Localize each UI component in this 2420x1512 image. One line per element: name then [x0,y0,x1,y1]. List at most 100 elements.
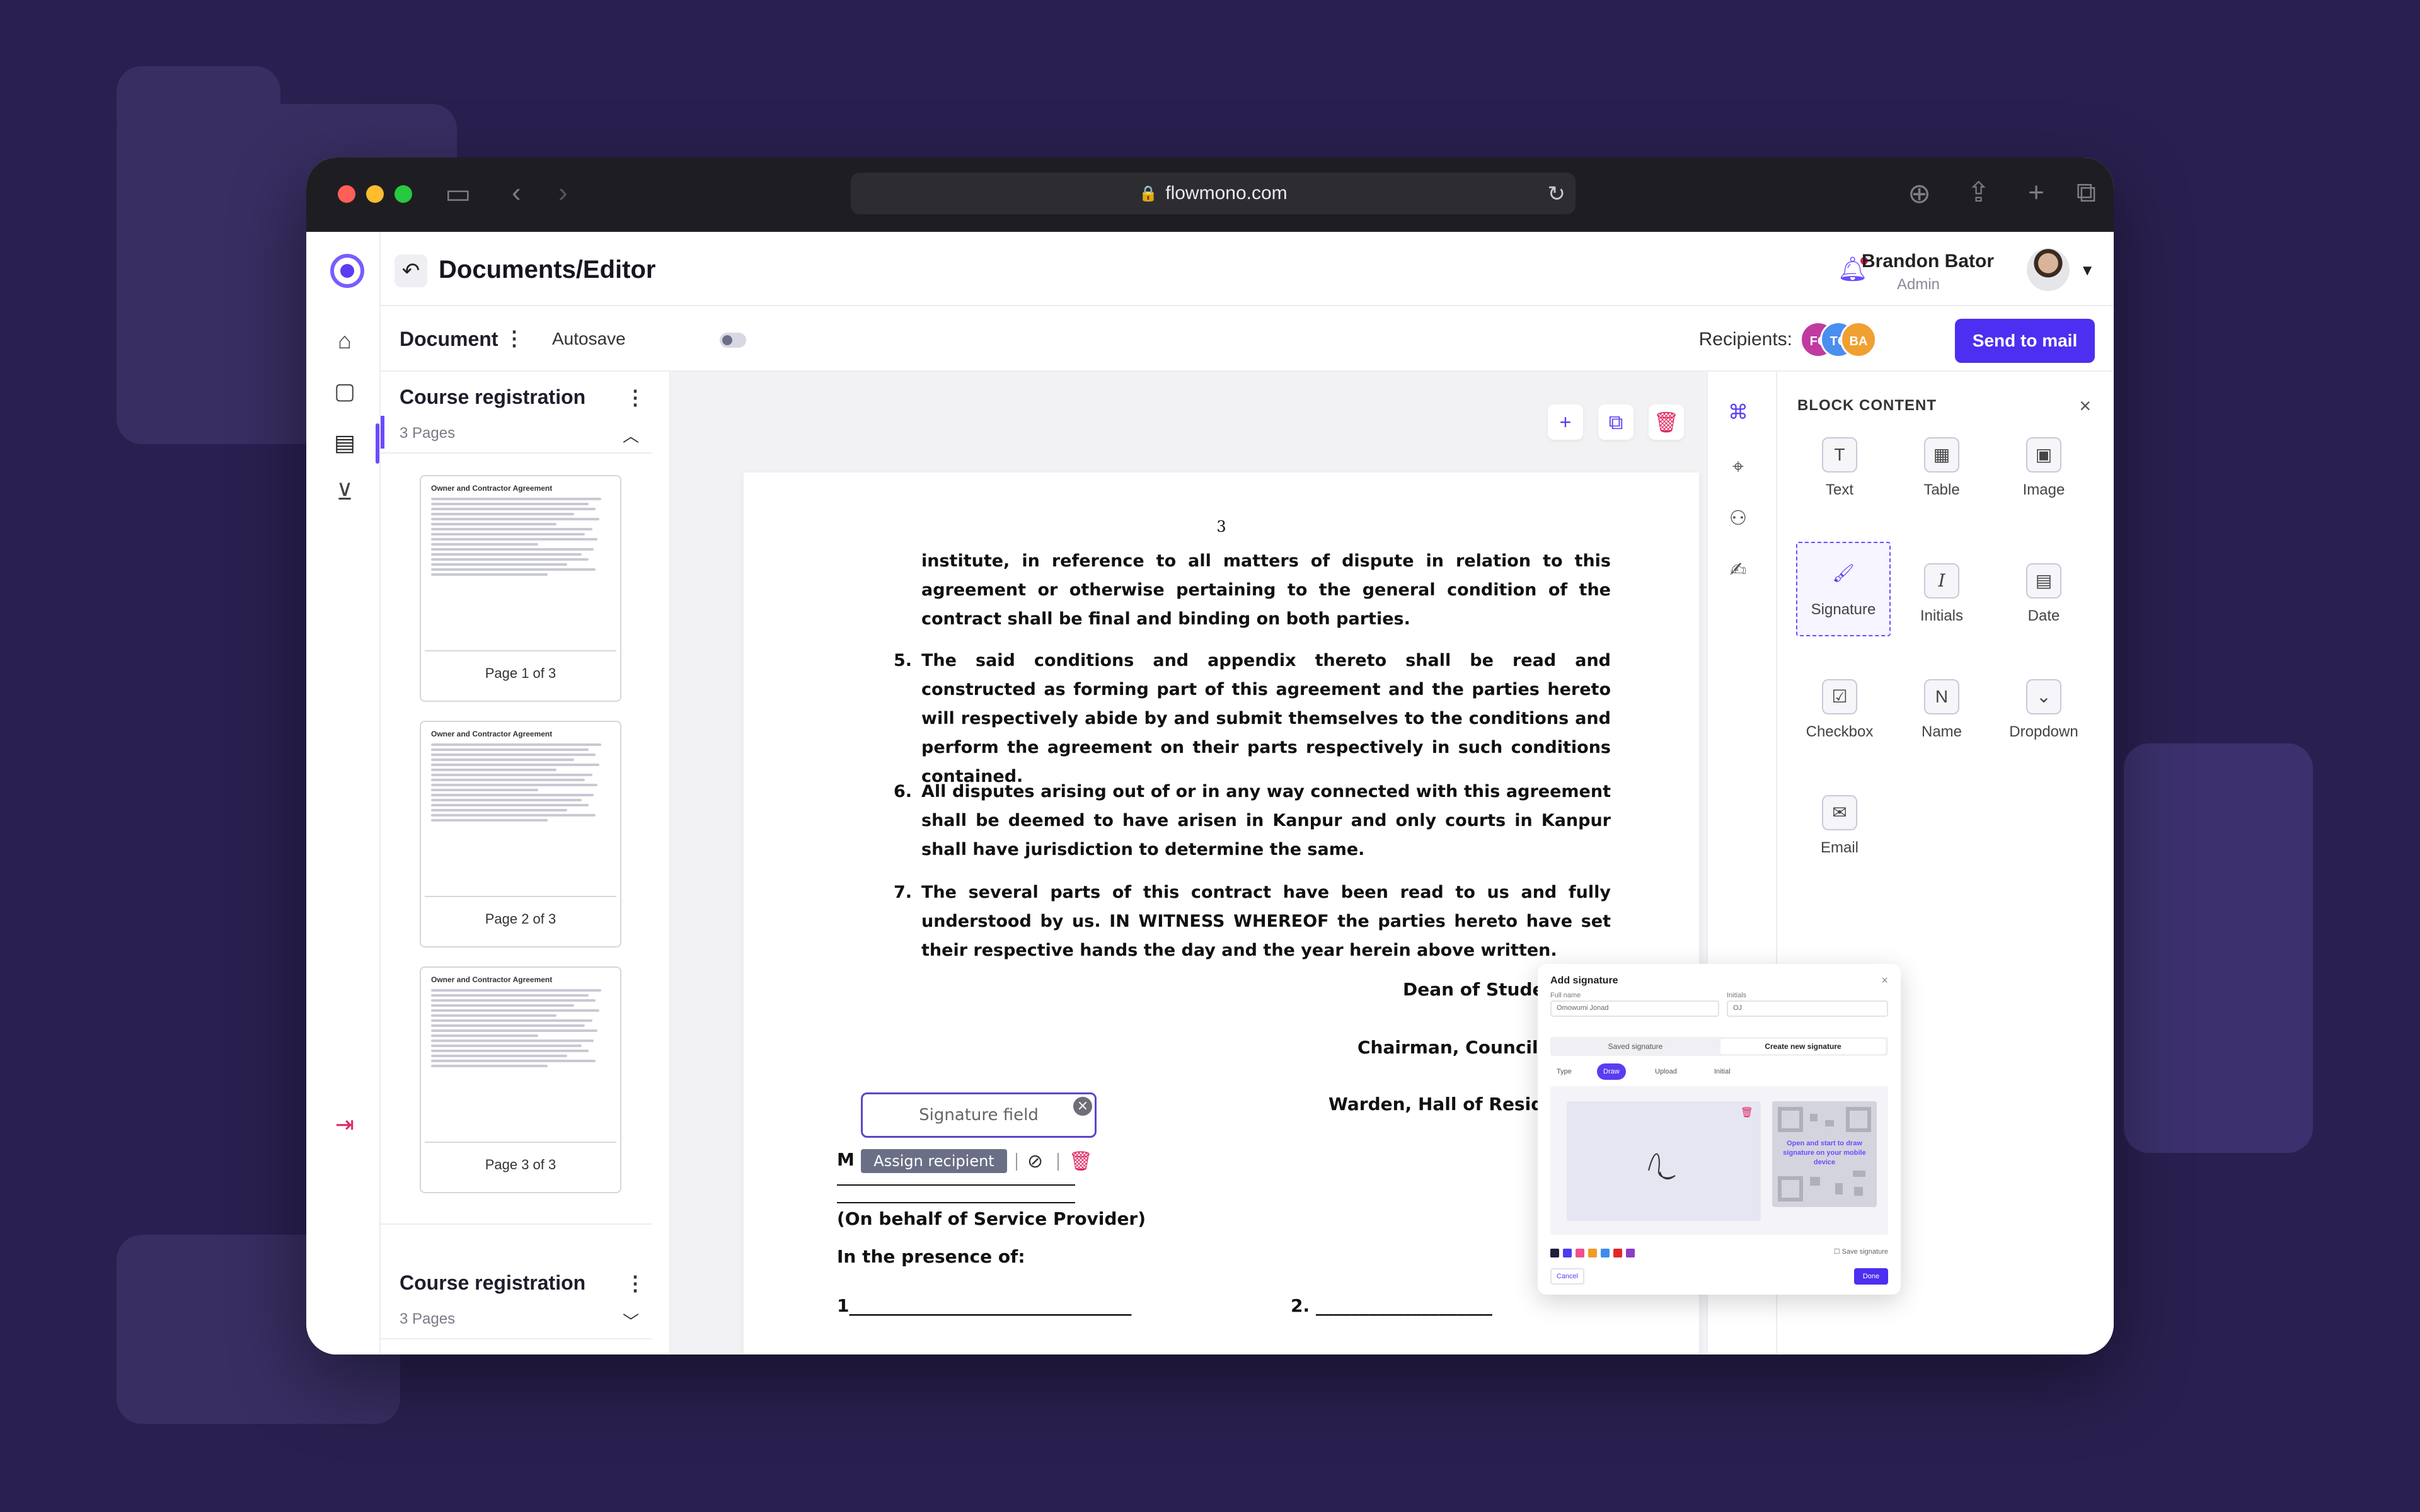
remove-field-icon[interactable]: × [1073,1097,1092,1116]
autosave-label: Autosave [552,329,626,348]
block-label: Signature [1811,601,1876,618]
color-swatch[interactable] [1563,1249,1572,1257]
page-thumbnail[interactable]: Owner and Contractor Agreement Page 2 of… [420,721,621,948]
block-content-title: BLOCK CONTENT [1797,397,1937,414]
delete-page-icon[interactable]: 🗑︎ [1649,404,1684,440]
app-logo[interactable] [330,254,364,288]
document-menu-label[interactable]: Document [400,328,498,351]
close-window-button[interactable] [338,185,355,203]
delete-field-icon[interactable]: 🗑︎ [1069,1150,1093,1172]
inbox-icon[interactable]: ⊻ [330,478,359,507]
logout-icon[interactable]: ⇥ [330,1110,359,1139]
field-settings-icon[interactable]: ⊘ [1027,1150,1043,1172]
maximize-window-button[interactable] [395,185,412,203]
page-group-title[interactable]: Course registration [400,386,585,409]
clause-text: The several parts of this contract have … [921,883,1611,960]
group-kebab-icon[interactable]: ⋮ [625,1271,645,1295]
divider [381,1223,652,1225]
signature-field[interactable]: Signature field × [861,1092,1097,1138]
page-group-subtitle: 3 Pages [400,1310,456,1327]
document-kebab-icon[interactable]: ⋮ [504,326,524,350]
color-swatch[interactable] [1613,1249,1622,1257]
block-signature[interactable]: 🖌︎ Signature [1796,542,1891,636]
clear-drawing-icon[interactable]: 🗑︎ [1741,1106,1753,1119]
color-swatch[interactable] [1588,1249,1597,1257]
chevron-down-icon[interactable]: ﹀ [623,1309,639,1332]
numbered-clause: 5. The said conditions and appendix ther… [894,646,1611,791]
new-tab-icon[interactable]: + [2028,179,2044,207]
block-initials[interactable]: I Initials [1894,549,1989,644]
clause-text: All disputes arising out of or in any wa… [921,782,1611,859]
address-bar[interactable]: 🔒 flowmono.com ↻ [851,173,1576,214]
page-thumbnail[interactable]: Owner and Contractor Agreement Page 3 of… [420,966,621,1193]
tabs-overview-icon[interactable]: ⧉ [2077,179,2096,207]
autosave-toggle[interactable] [720,333,746,348]
initials-input[interactable]: OJ [1727,1000,1888,1017]
workflow-icon[interactable]: ⌘ [1726,399,1751,425]
cancel-button[interactable]: Cancel [1550,1268,1584,1285]
close-icon[interactable]: × [1881,974,1888,987]
save-signature-checkbox[interactable]: ☐ Save signature [1834,1247,1888,1256]
block-date[interactable]: ▤ Date [1997,549,2091,644]
user-avatar[interactable] [2027,248,2070,291]
sidebar-toggle-icon[interactable]: ▭ [445,180,471,208]
user-menu-caret-icon[interactable]: ▼ [2080,262,2095,280]
forward-nav-icon[interactable]: › [558,179,568,207]
block-email[interactable]: ✉ Email [1792,781,1887,876]
reload-icon[interactable]: ↻ [1548,181,1566,207]
close-icon[interactable]: × [2079,394,2091,418]
tab-create-signature[interactable]: Create new signature [1720,1039,1886,1054]
color-swatch[interactable] [1576,1249,1584,1257]
dialog-title: Add signature [1550,975,1618,986]
tab-saved-signature[interactable]: Saved signature [1553,1039,1718,1054]
thumbnail-sheet: Owner and Contractor Agreement [425,971,616,1143]
initials-label: Initials [1727,992,1747,999]
mode-type[interactable]: Type [1550,1063,1578,1080]
back-nav-icon[interactable]: ‹ [512,179,521,207]
duplicate-page-icon[interactable]: ⧉ [1598,404,1634,440]
block-dropdown[interactable]: ⌄ Dropdown [1997,665,2091,760]
color-swatch[interactable] [1626,1249,1635,1257]
block-table[interactable]: ▦ Table [1894,423,1989,518]
home-icon[interactable]: ⌂ [330,326,359,355]
block-checkbox[interactable]: ☑ Checkbox [1792,665,1887,760]
recipients-icon[interactable]: ⚇ [1726,505,1751,530]
page-thumbnail[interactable]: Owner and Contractor Agreement Page 1 of… [420,475,621,702]
documents-icon[interactable]: ▤ [330,428,359,457]
page-group-title[interactable]: Course registration [400,1271,585,1295]
dropdown-icon: ⌄ [2026,679,2061,714]
mode-upload[interactable]: Upload [1649,1063,1683,1080]
separator [1057,1153,1059,1171]
signature-underline [837,1184,1075,1186]
location-icon[interactable]: ⌖ [1726,454,1751,479]
recipient-avatar[interactable]: BA [1840,321,1877,358]
thumbnail-heading: Owner and Contractor Agreement [431,484,553,493]
block-name[interactable]: N Name [1894,665,1989,760]
pages-panel: Course registration ⋮ 3 Pages ︿ Owner an… [381,372,671,1354]
signature-tool-icon[interactable]: ✍︎ [1726,557,1751,582]
color-swatch[interactable] [1601,1249,1610,1257]
send-to-mail-button[interactable]: Send to mail [1955,319,2095,363]
signature-underline [837,1202,1075,1203]
add-page-icon[interactable]: + [1548,404,1583,440]
user-role: Admin [1896,276,1940,293]
chevron-up-icon[interactable]: ︿ [623,423,639,447]
thumbnail-heading: Owner and Contractor Agreement [431,730,553,738]
block-text[interactable]: T Text [1792,423,1887,518]
clipboard-icon[interactable]: ▢ [330,377,359,406]
assign-recipient-button[interactable]: Assign recipient [861,1149,1007,1173]
download-icon[interactable]: ⊕ [1908,180,1931,208]
group-kebab-icon[interactable]: ⋮ [625,386,645,410]
full-name-input[interactable]: Omowumi Jonad [1550,1000,1719,1017]
minimize-window-button[interactable] [366,185,384,203]
mode-draw[interactable]: Draw [1597,1063,1626,1080]
mode-initial[interactable]: Initial [1708,1063,1737,1080]
done-button[interactable]: Done [1854,1268,1888,1285]
block-image[interactable]: ▣ Image [1997,423,2091,518]
draw-area[interactable]: 🗑︎ [1567,1101,1761,1221]
app-root: ⌂ ▢ ▤ ⊻ ⇥ ↶ Documents/Editor 🔔︎ Brandon … [306,232,2114,1354]
color-swatch[interactable] [1550,1249,1559,1257]
back-button[interactable]: ↶ [395,255,427,287]
block-label: Table [1923,481,1960,498]
share-icon[interactable]: ⇪ [1967,179,1990,207]
